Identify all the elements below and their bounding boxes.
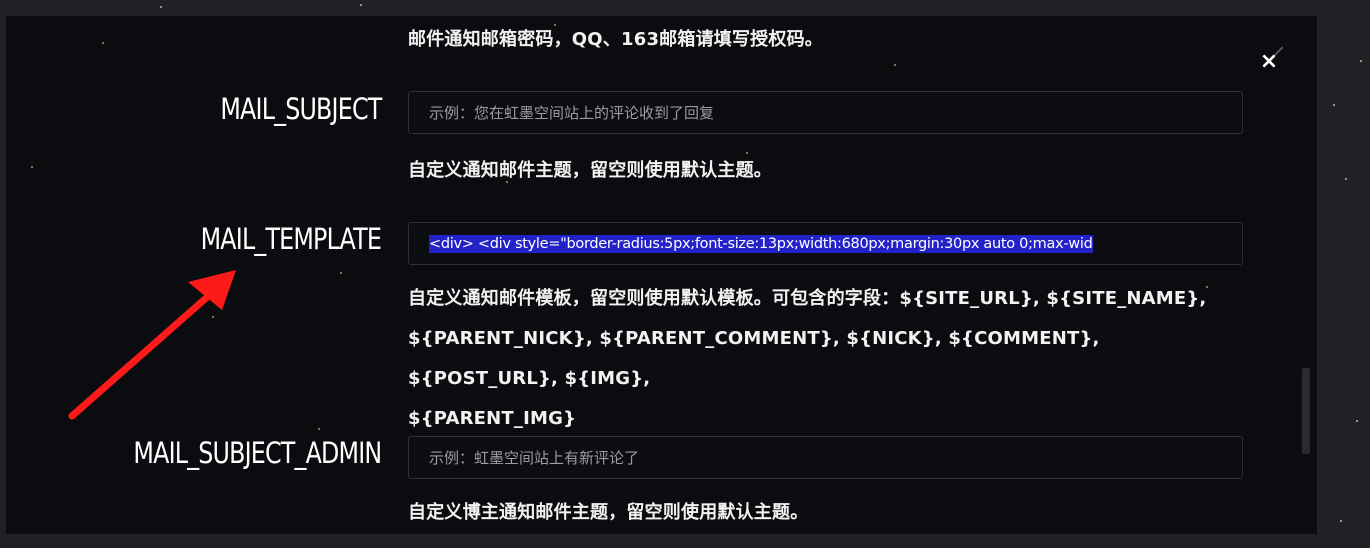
red-arrow-annotation (68, 270, 236, 420)
